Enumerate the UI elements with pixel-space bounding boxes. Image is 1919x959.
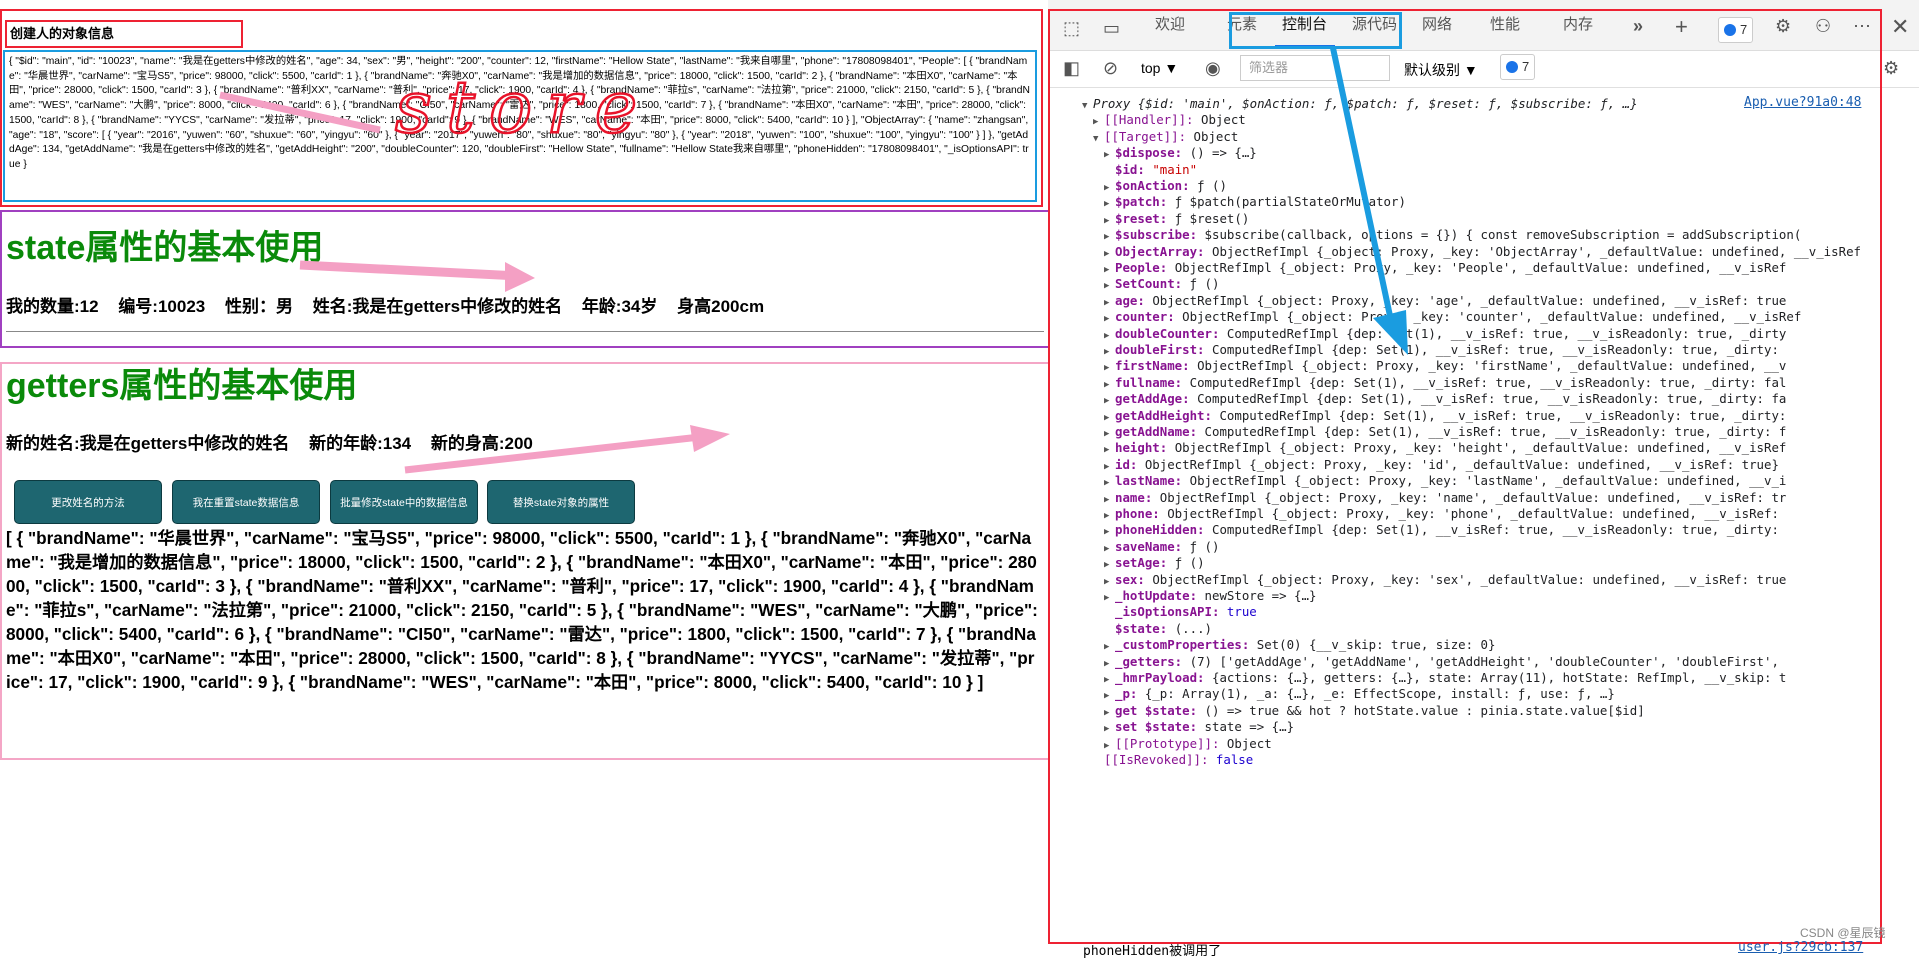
annotation-overlay-devtools — [1330, 47, 1408, 355]
console-log-text: phoneHidden被调用了 — [1083, 944, 1222, 959]
annotation-overlay: store — [219, 64, 730, 474]
blue-arrowhead — [1373, 310, 1408, 355]
console-log-source[interactable]: user.js?29cb:137 — [1738, 940, 1863, 955]
pink-arrow — [404, 433, 701, 474]
watermark: CSDN @星辰镜 — [1800, 926, 1886, 940]
pink-arrow — [299, 260, 521, 281]
pink-arrowhead — [690, 425, 730, 452]
blue-arrow — [1330, 47, 1396, 331]
handwriting-store: store — [395, 65, 651, 149]
pink-arrowhead — [505, 262, 535, 292]
pink-arrow — [219, 91, 381, 134]
